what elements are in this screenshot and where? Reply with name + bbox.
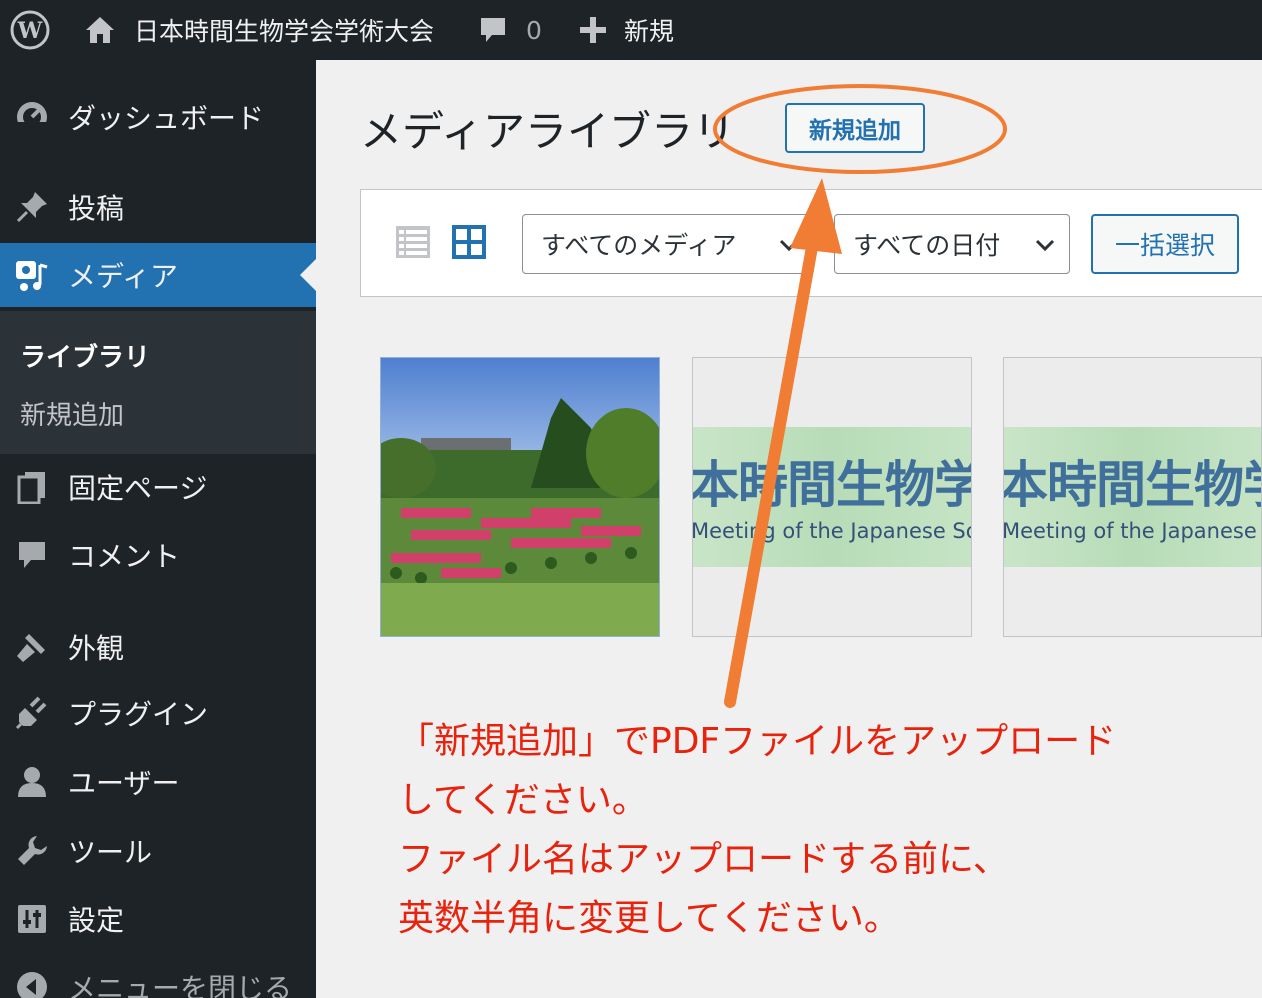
new-content-link[interactable]: 新規 [578, 0, 674, 60]
submenu-item-library[interactable]: ライブラリ [20, 337, 150, 374]
sidebar-label: 固定ページ [68, 472, 208, 505]
brush-icon [14, 629, 50, 665]
sidebar-label: ツール [68, 836, 153, 869]
media-submenu: ライブラリ 新規追加 [0, 311, 316, 454]
pages-icon [14, 469, 50, 505]
site-name-link[interactable]: 日本時間生物学会学術大会 [84, 0, 434, 60]
user-icon [14, 764, 50, 800]
sidebar-label: ユーザー [68, 767, 180, 800]
chevron-down-icon [1035, 239, 1055, 252]
page-title: メディアライブラリ [360, 107, 736, 156]
media-toolbar: すべてのメディア すべての日付 一括選択 [360, 189, 1262, 297]
sidebar-item-plugins[interactable]: プラグイン [0, 681, 316, 745]
bulk-select-button[interactable]: 一括選択 [1091, 214, 1239, 274]
svg-text:W: W [17, 18, 43, 44]
banner-title: 本時間生物学会 [693, 455, 971, 514]
annotation-line: 「新規追加」でPDFファイルをアップロード [398, 721, 1117, 762]
wordpress-icon: W [10, 10, 50, 50]
sidebar-item-media[interactable]: メディア [0, 243, 316, 307]
wordpress-logo[interactable]: W [10, 0, 50, 60]
comment-icon [14, 537, 50, 573]
sidebar-label: コメント [68, 540, 181, 573]
sidebar-item-appearance[interactable]: 外観 [0, 615, 316, 679]
sidebar-label: メニューを閉じる [68, 972, 293, 998]
sidebar-item-tools[interactable]: ツール [0, 819, 316, 883]
media-type-filter-value: すべてのメディア [541, 231, 737, 260]
submenu-item-add-new[interactable]: 新規追加 [20, 395, 124, 432]
banner-title: 本時間生物学会 [1004, 455, 1261, 514]
media-thumbnail-banner[interactable]: 本時間生物学会 Meeting of the Japanese Society [1003, 357, 1262, 637]
plugin-icon [14, 695, 50, 731]
comment-bubble-icon [481, 18, 505, 42]
sidebar-label: ダッシュボード [68, 102, 265, 135]
sidebar-item-pages[interactable]: 固定ページ [0, 455, 316, 519]
media-thumbnail-banner[interactable]: 本時間生物学会 Meeting of the Japanese Society [692, 357, 972, 637]
collapse-icon [14, 969, 50, 998]
annotation-line: ファイル名はアップロードする前に、 [398, 839, 1009, 880]
chevron-down-icon [779, 239, 799, 252]
annotation-line: してください。 [398, 780, 648, 821]
date-filter-value: すべての日付 [853, 231, 1001, 260]
banner-subtitle: Meeting of the Japanese Society [1004, 519, 1261, 543]
comments-link[interactable]: 0 [478, 0, 542, 60]
garden-photo [381, 358, 659, 636]
banner-image: 本時間生物学会 Meeting of the Japanese Society [1004, 427, 1261, 567]
list-view-icon[interactable] [395, 224, 431, 260]
sidebar-label: 設定 [68, 904, 125, 937]
banner-image: 本時間生物学会 Meeting of the Japanese Society [693, 427, 971, 567]
sidebar-item-comments[interactable]: コメント [0, 523, 316, 587]
sidebar-item-dashboard[interactable]: ダッシュボード [0, 85, 316, 149]
sidebar-label: 投稿 [68, 192, 125, 225]
wrench-icon [14, 833, 50, 869]
media-thumbnail-garden[interactable] [380, 357, 660, 637]
sidebar-label: 外観 [68, 632, 125, 665]
comments-count: 0 [526, 15, 542, 45]
collapse-menu-button[interactable]: メニューを閉じる [0, 955, 316, 998]
annotation-text: 「新規追加」でPDFファイルをアップロード してください。 ファイル名はアップロ… [398, 712, 1116, 948]
settings-icon [14, 901, 50, 937]
sidebar-item-users[interactable]: ユーザー [0, 750, 316, 814]
dashboard-icon [14, 99, 50, 135]
add-new-button[interactable]: 新規追加 [785, 103, 925, 153]
sidebar-label: メディア [68, 260, 179, 293]
plus-icon [580, 17, 606, 43]
pin-icon [14, 189, 50, 225]
admin-sidebar: ダッシュボード 投稿 メディア ライブラリ 新規追加 固定ページ コメント 外観 [0, 60, 316, 998]
grid-view-icon[interactable] [451, 224, 487, 260]
sidebar-item-settings[interactable]: 設定 [0, 887, 316, 951]
sidebar-item-posts[interactable]: 投稿 [0, 175, 316, 239]
banner-subtitle: Meeting of the Japanese Society [693, 519, 971, 543]
site-name: 日本時間生物学会学術大会 [134, 17, 435, 46]
admin-bar: W 日本時間生物学会学術大会 0 新規 [0, 0, 1262, 60]
annotation-line: 英数半角に変更してください。 [398, 898, 900, 939]
media-type-filter[interactable]: すべてのメディア [522, 214, 814, 274]
sidebar-label: プラグイン [68, 698, 209, 731]
home-icon [86, 17, 114, 43]
new-label: 新規 [624, 17, 675, 46]
date-filter[interactable]: すべての日付 [834, 214, 1070, 274]
media-icon [14, 257, 50, 293]
